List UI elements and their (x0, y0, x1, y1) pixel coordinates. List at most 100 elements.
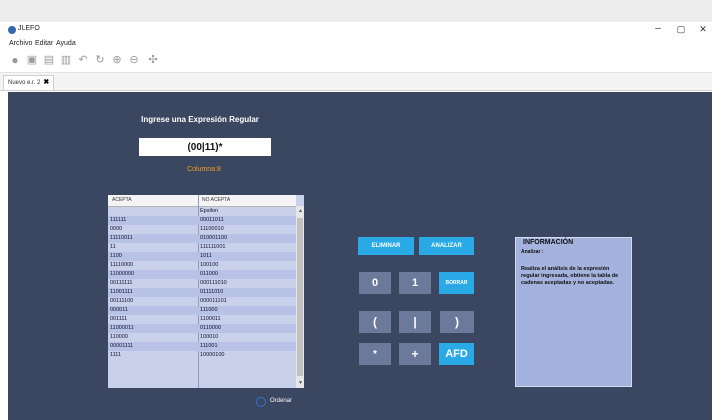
acepta-cell: 11000000 (110, 271, 135, 277)
table-row[interactable]: 111111 00011011 (108, 216, 296, 225)
table-row[interactable]: 110000 100010 (108, 333, 296, 342)
info-body: Realiza el análisis de la expresión regu… (521, 266, 619, 286)
info-title: INFORMACIÓN (523, 239, 574, 246)
menu-bar: Archivo Editar Ayuda (0, 38, 712, 50)
afd-button[interactable]: AFD (439, 343, 474, 365)
no-acepta-cell: 1100011 (200, 316, 221, 322)
no-acepta-cell: 000111010 (200, 280, 227, 286)
pipe-button[interactable]: | (399, 311, 431, 333)
tab-close-icon[interactable]: ✖ (43, 79, 49, 86)
menu-archivo[interactable]: Archivo (9, 40, 32, 47)
window-titlebar: JLEFO – ▢ ✕ (0, 22, 712, 38)
tab-strip: Nuevo e.r. 2 ✖ (0, 73, 712, 91)
acepta-cell: 110000 (110, 334, 128, 340)
undo-icon[interactable]: ↶ (77, 54, 89, 66)
no-acepta-cell: 01111010 (200, 289, 224, 295)
no-acepta-cell: 010001100 (200, 235, 228, 241)
no-acepta-cell: 1011 (200, 253, 212, 259)
table-row[interactable]: 001111 1100011 (108, 315, 296, 324)
no-acepta-cell: Epsilon (200, 208, 219, 214)
acepta-cell: 1111 (110, 352, 122, 358)
acepta-cell: 11110000 (110, 262, 134, 268)
acepta-cell: 000011 (110, 307, 128, 313)
one-button[interactable]: 1 (399, 272, 431, 294)
table-row[interactable]: 11001111 01111010 (108, 288, 296, 297)
scrollbar-thumb[interactable] (297, 218, 303, 376)
ordenar-label: Ordenar (270, 398, 293, 404)
tab-nuevo-er[interactable]: Nuevo e.r. 2 ✖ (3, 75, 55, 90)
acepta-cell: 1100 (110, 253, 122, 259)
table-row[interactable]: 1111 10000100 (108, 351, 296, 360)
table-row[interactable]: 0000 11100010 (108, 225, 296, 234)
acepta-cell: 001111 (110, 316, 128, 322)
no-acepta-cell: 011000 (200, 271, 218, 277)
no-acepta-cell: 00011011 (200, 217, 224, 223)
app-icon (8, 26, 16, 34)
eliminar-button[interactable]: ELIMINAR (358, 237, 414, 255)
no-acepta-cell: 10000100 (200, 352, 225, 358)
zero-button[interactable]: 0 (359, 272, 391, 294)
scroll-up-arrow[interactable]: ▲ (298, 208, 303, 214)
zoom-in-icon[interactable]: ⊕ (111, 54, 123, 66)
acepta-cell: 11 (110, 244, 116, 250)
menu-ayuda[interactable]: Ayuda (56, 40, 76, 47)
header-no-acepta[interactable]: NO ACEPTA (202, 197, 230, 203)
window-title: JLEFO (18, 25, 40, 32)
no-acepta-cell: 111001 (200, 343, 218, 349)
plus-button[interactable]: + (399, 343, 431, 365)
table-row[interactable]: 11000000 011000 (108, 270, 296, 279)
table-row[interactable]: 11110011 010001100 (108, 234, 296, 243)
save-icon[interactable]: ▤ (43, 54, 55, 66)
table-row[interactable]: 000011 111000 (108, 306, 296, 315)
table-row[interactable]: 00111111 000111010 (108, 279, 296, 288)
table-body: Epsilon 111111 00011011 0000 11100010 1111001… (108, 207, 296, 360)
table-row[interactable]: 1100 1011 (108, 252, 296, 261)
star-button[interactable]: * (359, 343, 391, 365)
print-icon[interactable]: ▥ (60, 54, 72, 66)
close-paren-button[interactable]: ) (440, 311, 474, 333)
no-acepta-cell: 111111001 (200, 244, 226, 250)
acepta-cell: 0000 (110, 226, 123, 232)
acepta-cell: 11110011 (110, 235, 133, 241)
regex-prompt: Ingrese una Expresión Regular (141, 115, 259, 124)
analizar-button[interactable]: ANALIZAR (419, 237, 474, 255)
top-strip (0, 0, 712, 22)
table-row[interactable]: 11000011 0110000 (108, 324, 296, 333)
table-row[interactable]: 00001111 111001 (108, 342, 296, 351)
acepta-cell: 111111 (110, 217, 127, 223)
no-acepta-cell: 000011101 (200, 298, 227, 304)
zoom-out-icon[interactable]: ⊖ (128, 54, 140, 66)
ordenar-radio[interactable] (256, 397, 266, 407)
new-icon[interactable]: ● (9, 54, 21, 66)
scroll-down-arrow[interactable]: ▼ (298, 380, 303, 386)
table-row[interactable]: Epsilon (108, 207, 296, 216)
table-row[interactable]: 00111100 000011101 (108, 297, 296, 306)
menu-editar[interactable]: Editar (35, 40, 53, 47)
acepta-cell: 00111100 (110, 298, 134, 304)
table-row[interactable]: 11 111111001 (108, 243, 296, 252)
no-acepta-cell: 100100 (200, 262, 219, 268)
acepta-cell: 11000011 (110, 325, 134, 331)
close-window-button[interactable]: ✕ (696, 23, 710, 35)
move-icon[interactable]: ✣ (147, 54, 159, 66)
table-header: ACEPTA NO ACEPTA (108, 195, 296, 207)
minimize-button[interactable]: – (651, 23, 665, 35)
regex-input[interactable] (139, 138, 271, 156)
info-subtitle: Analizar : (521, 249, 544, 255)
borrar-button[interactable]: BORRAR (439, 272, 474, 294)
acepta-cell: 11001111 (110, 289, 133, 295)
open-icon[interactable]: ▣ (26, 54, 38, 66)
tab-label: Nuevo e.r. 2 (8, 80, 41, 86)
no-acepta-cell: 100010 (200, 334, 219, 340)
redo-icon[interactable]: ↻ (94, 54, 106, 66)
acepta-cell: 00001111 (110, 343, 134, 349)
maximize-button[interactable]: ▢ (674, 23, 688, 35)
no-acepta-cell: 111000 (200, 307, 218, 313)
toolbar: ● ▣ ▤ ▥ ↶ ↻ ⊕ ⊖ ✣ (0, 50, 712, 73)
open-paren-button[interactable]: ( (359, 311, 391, 333)
info-panel: INFORMACIÓN Analizar : Realiza el anális… (515, 237, 632, 387)
header-acepta[interactable]: ACEPTA (112, 197, 132, 203)
no-acepta-cell: 0110000 (200, 325, 222, 331)
table-row[interactable]: 11110000 100100 (108, 261, 296, 270)
results-table: ACEPTA NO ACEPTA Epsilon 111111 00011011 00… (108, 195, 304, 388)
